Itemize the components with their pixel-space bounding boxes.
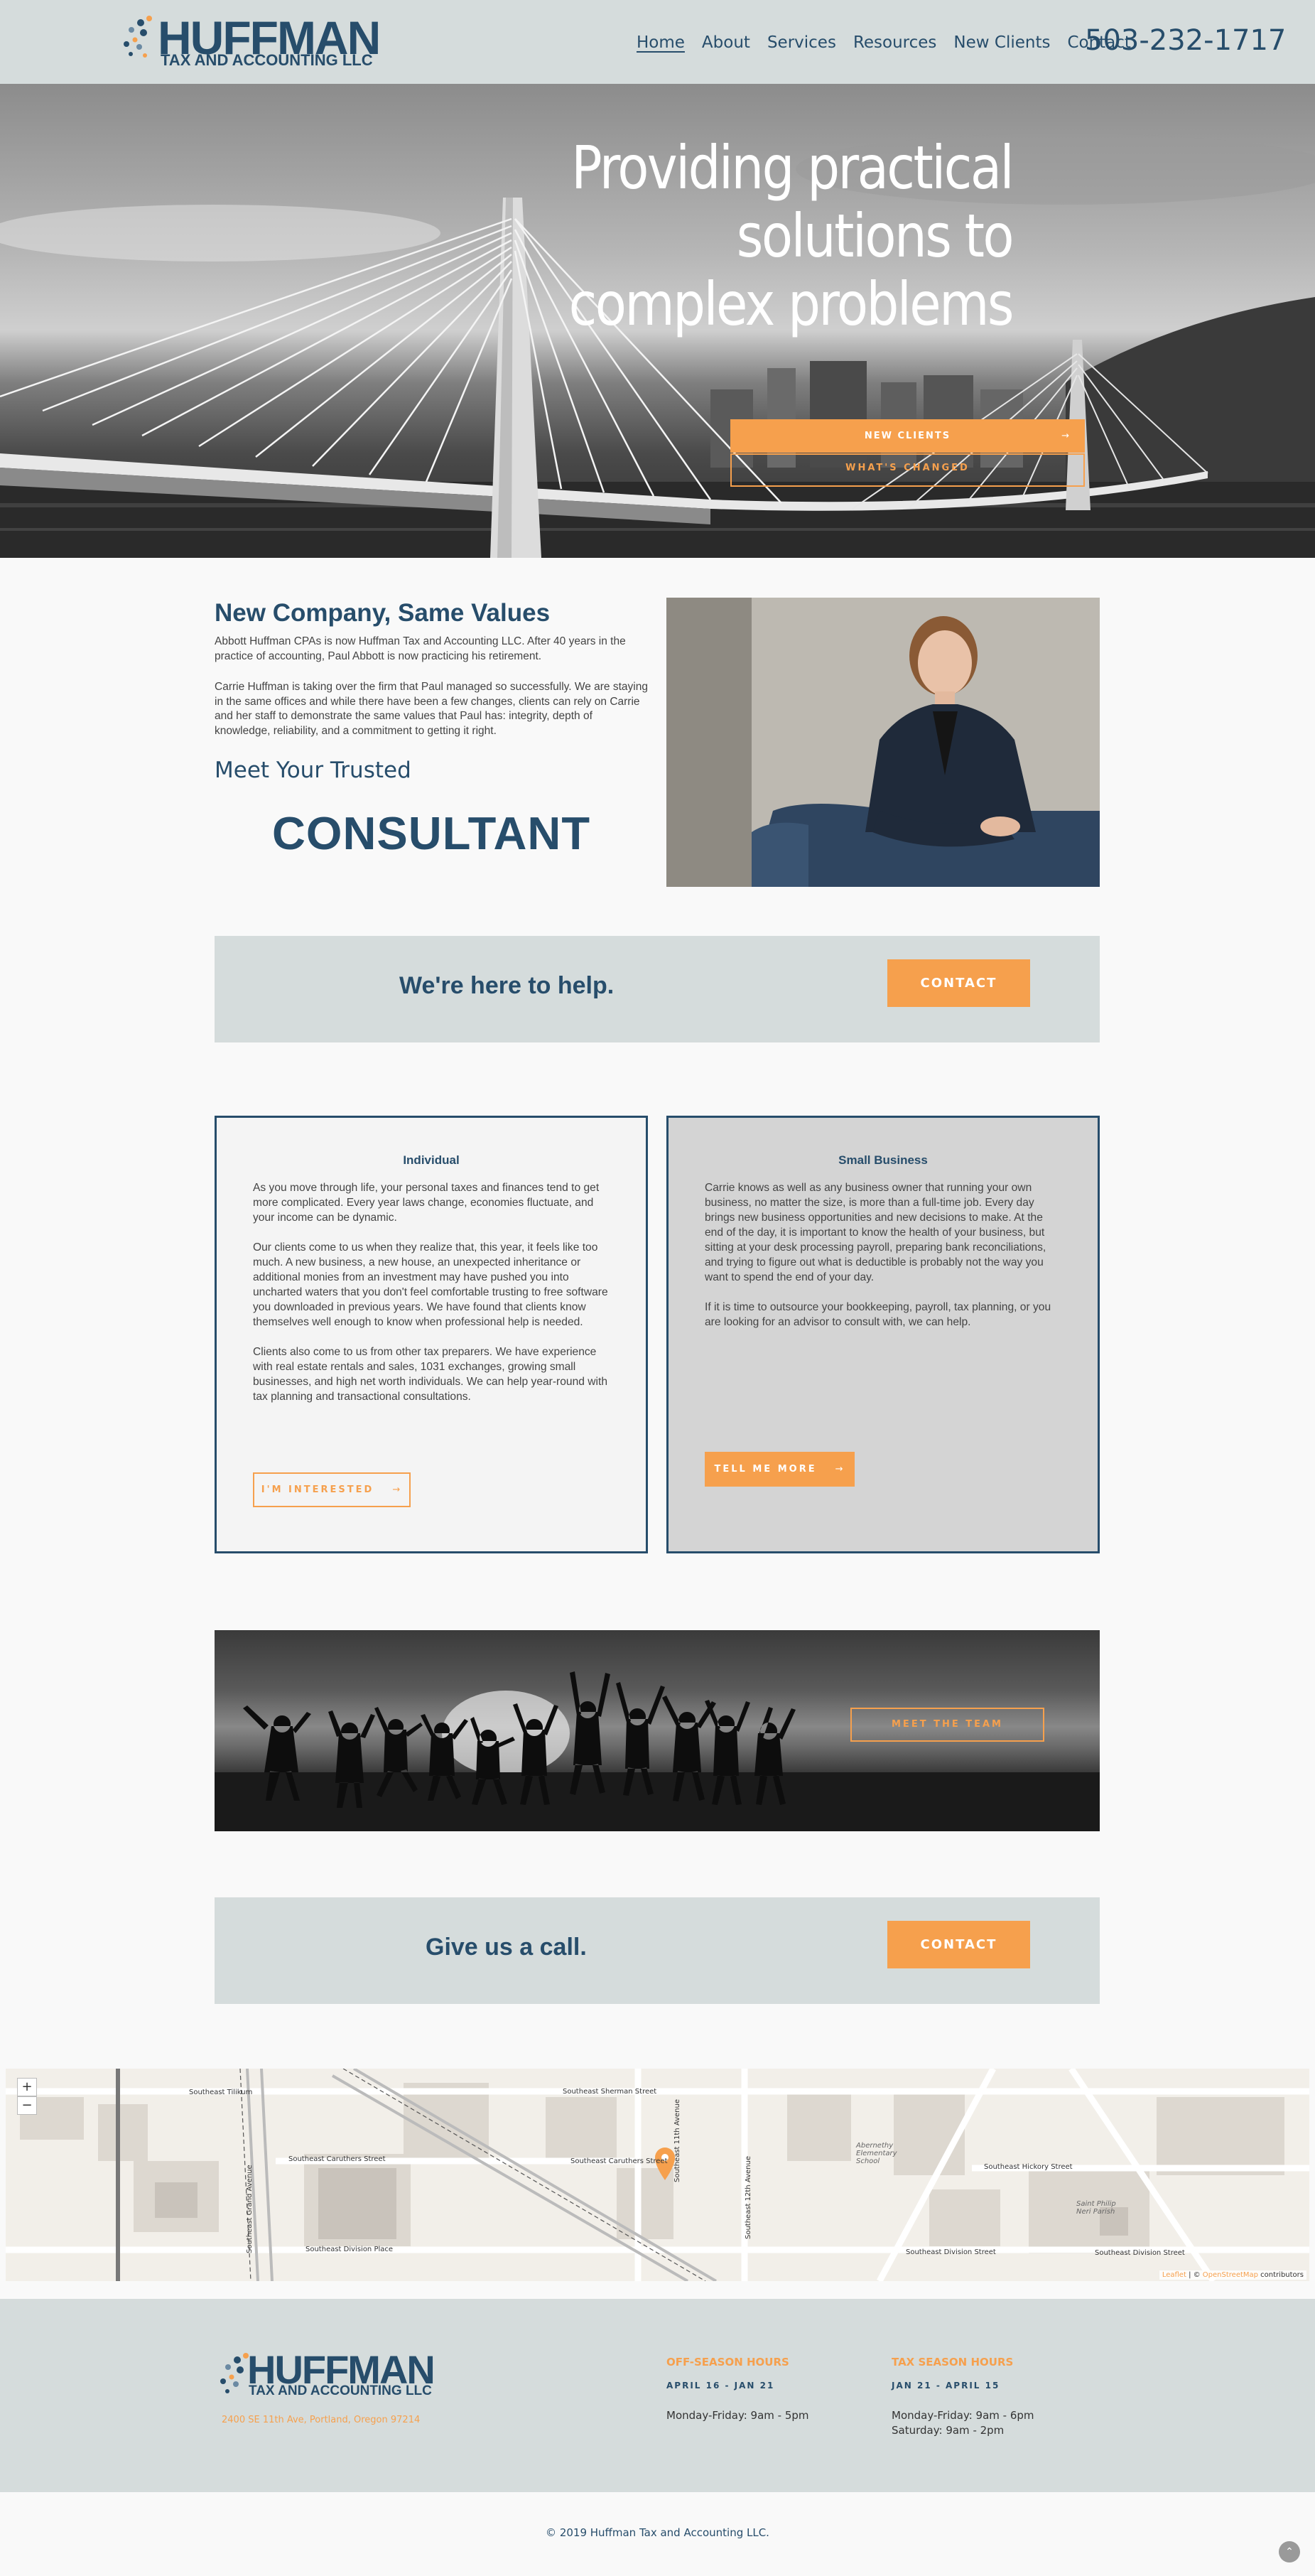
copyright-text: © 2019 Huffman Tax and Accounting LLC. (546, 2526, 769, 2539)
hero-title-line2: complex problems (568, 269, 1014, 339)
meet-the-team-button[interactable]: MEET THE TEAM (850, 1708, 1044, 1742)
taxseason-hours-saturday: Saturday: 9am - 2pm (892, 2424, 1005, 2437)
map-attribution: Leaflet | © OpenStreetMap contributors (1159, 2270, 1306, 2280)
hero-title-line1: Providing practical solutions to (571, 133, 1014, 271)
individual-card-body: As you move through life, your personal … (253, 1180, 608, 1419)
individual-card: Individual As you move through life, you… (215, 1116, 648, 1553)
help-cta-band: We're here to help. CONTACT (215, 936, 1100, 1042)
arrow-right-icon: → (835, 1464, 845, 1475)
small-business-card-title: Small Business (838, 1153, 928, 1167)
arrow-right-icon: → (392, 1484, 403, 1495)
consultant-portrait-image (666, 598, 1100, 887)
street-label: Southeast Division Place (305, 2246, 394, 2253)
nav-new-clients[interactable]: New Clients (953, 33, 1050, 52)
offseason-dates: APRIL 16 - JAN 21 (666, 2381, 775, 2391)
zoom-in-button[interactable]: + (17, 2078, 37, 2096)
im-interested-button-label: I'M INTERESTED (261, 1484, 374, 1495)
tell-me-more-button-label: TELL ME MORE (714, 1464, 817, 1475)
individual-card-paragraph: Clients also come to us from other tax p… (253, 1346, 607, 1403)
street-label: Southeast Tilikum (189, 2089, 253, 2096)
small-business-card-paragraph: If it is time to outsource your bookkeep… (705, 1301, 1051, 1328)
offseason-heading: OFF-SEASON HOURS (666, 2356, 789, 2368)
taxseason-hours-weekday: Monday-Friday: 9am - 6pm (892, 2409, 1034, 2422)
logo-subtitle: TAX AND ACCOUNTING LLC (249, 2383, 432, 2398)
location-map[interactable]: + − Southeast Sherman Street Southeast C… (6, 2069, 1309, 2281)
intro-paragraph-1: Abbott Huffman CPAs is now Huffman Tax a… (215, 635, 626, 662)
back-to-top-icon[interactable]: ⌃ (1279, 2541, 1300, 2562)
attribution-separator: | © (1186, 2271, 1203, 2279)
street-label: Southeast Caruthers Street (570, 2157, 668, 2165)
contact-button[interactable]: CONTACT (887, 959, 1030, 1007)
leaflet-link[interactable]: Leaflet (1162, 2271, 1186, 2279)
osm-link[interactable]: OpenStreetMap (1203, 2271, 1258, 2279)
attribution-tail: contributors (1258, 2271, 1304, 2279)
im-interested-button[interactable]: I'M INTERESTED → (253, 1472, 411, 1507)
street-label: Southeast Division Street (1095, 2249, 1185, 2257)
header-logo[interactable]: HUFFMAN TAX AND ACCOUNTING LLC (121, 13, 381, 71)
nav-home[interactable]: Home (637, 33, 685, 52)
street-label: Southeast Grand Avenue (246, 2165, 254, 2253)
team-banner: MEET THE TEAM (215, 1630, 1100, 1831)
hero-banner: Providing practical solutions to complex… (0, 84, 1315, 558)
small-business-card-paragraph: Carrie knows as well as any business own… (705, 1182, 1046, 1283)
call-cta-text: Give us a call. (426, 1934, 587, 1961)
individual-card-paragraph: Our clients come to us when they realize… (253, 1241, 608, 1328)
whats-changed-button[interactable]: WHAT'S CHANGED (730, 453, 1085, 487)
nav-about[interactable]: About (702, 33, 750, 52)
individual-card-paragraph: As you move through life, your personal … (253, 1182, 600, 1224)
header-phone[interactable]: 503-232-1717 (1085, 24, 1286, 57)
logo-dots-icon (124, 16, 152, 58)
offseason-hours: Monday-Friday: 9am - 5pm (666, 2409, 809, 2422)
intro-title: New Company, Same Values (215, 599, 551, 627)
nav-services[interactable]: Services (767, 33, 836, 52)
street-label: Southeast 12th Avenue (745, 2156, 752, 2239)
whats-changed-button-label: WHAT'S CHANGED (845, 463, 970, 473)
place-label: Abernethy Elementary School (856, 2142, 897, 2165)
footer-logo[interactable]: HUFFMAN TAX AND ACCOUNTING LLC (217, 2350, 435, 2408)
rotating-word: CONSULTANT (271, 807, 591, 859)
street-label: Southeast Hickory Street (984, 2163, 1073, 2171)
small-business-card: Small Business Carrie knows as well as a… (666, 1116, 1100, 1553)
place-label: Saint Philip Neri Parish (1076, 2200, 1116, 2216)
site-footer: HUFFMAN TAX AND ACCOUNTING LLC 2400 SE 1… (0, 2299, 1315, 2492)
street-label: Southeast Division Street (906, 2248, 996, 2256)
taxseason-dates: JAN 21 - APRIL 15 (892, 2381, 1000, 2391)
main-nav: Home About Services Resources New Client… (637, 30, 1131, 55)
call-cta-band: Give us a call. CONTACT (215, 1897, 1100, 2004)
nav-resources[interactable]: Resources (853, 33, 936, 52)
hero-title: Providing practical solutions to complex… (374, 133, 1014, 339)
individual-card-title: Individual (403, 1153, 460, 1167)
logo-subtitle: TAX AND ACCOUNTING LLC (161, 51, 373, 69)
tell-me-more-button[interactable]: TELL ME MORE → (705, 1452, 855, 1487)
contact-button[interactable]: CONTACT (887, 1921, 1030, 1968)
arrow-right-icon: → (1061, 431, 1071, 441)
meet-heading: Meet Your Trusted (215, 758, 411, 783)
intro-paragraph-2: Carrie Huffman is taking over the firm t… (215, 681, 648, 737)
zoom-out-button[interactable]: − (17, 2096, 37, 2115)
street-label: Southeast Caruthers Street (288, 2155, 386, 2163)
portrait-illustration (666, 598, 1100, 887)
footer-address[interactable]: 2400 SE 11th Ave, Portland, Oregon 97214 (222, 2415, 420, 2425)
new-clients-button-label: NEW CLIENTS (864, 431, 951, 441)
small-business-card-body: Carrie knows as well as any business own… (705, 1180, 1060, 1344)
street-label: Southeast Sherman Street (563, 2088, 657, 2096)
new-clients-button[interactable]: NEW CLIENTS → (730, 419, 1085, 453)
taxseason-heading: TAX SEASON HOURS (892, 2356, 1014, 2368)
street-label: Southeast 11th Avenue (673, 2099, 681, 2182)
site-header: HUFFMAN TAX AND ACCOUNTING LLC Home Abou… (0, 0, 1315, 84)
help-cta-text: We're here to help. (399, 972, 615, 999)
